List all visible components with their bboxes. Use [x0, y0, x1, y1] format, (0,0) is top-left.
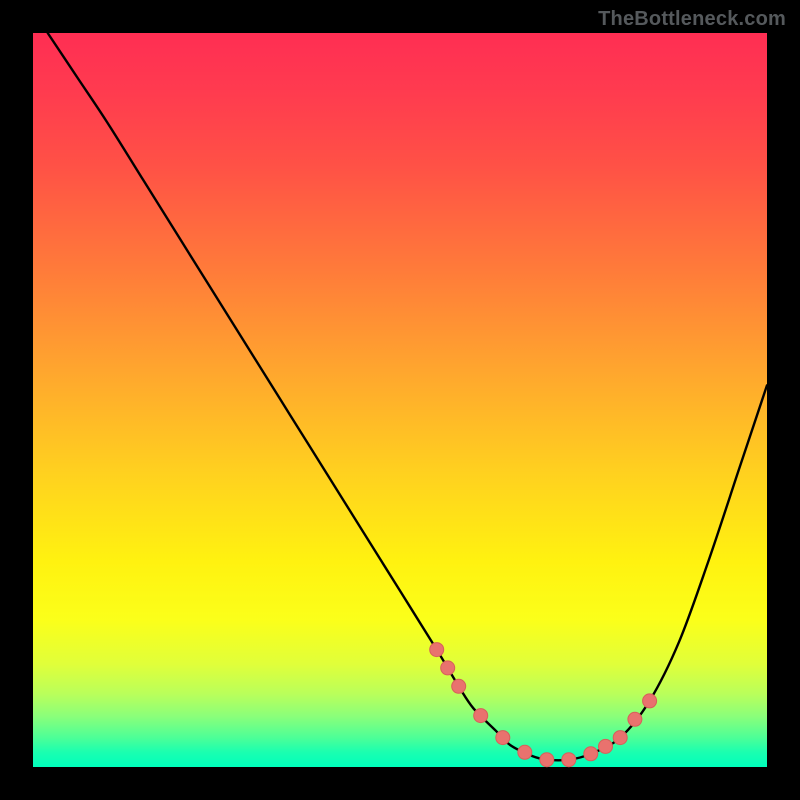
highlight-dot	[474, 709, 488, 723]
highlight-dot	[452, 679, 466, 693]
highlight-markers	[430, 643, 657, 767]
highlight-dot	[441, 661, 455, 675]
highlight-dot	[430, 643, 444, 657]
plot-area	[33, 33, 767, 767]
highlight-dot	[628, 712, 642, 726]
highlight-dot	[643, 694, 657, 708]
watermark-text: TheBottleneck.com	[598, 8, 786, 31]
bottleneck-curve	[48, 33, 767, 760]
highlight-dot	[584, 747, 598, 761]
highlight-dot	[518, 745, 532, 759]
highlight-dot	[562, 753, 576, 767]
highlight-dot	[496, 731, 510, 745]
highlight-dot	[613, 731, 627, 745]
curve-svg	[33, 33, 767, 767]
highlight-dot	[599, 739, 613, 753]
highlight-dot	[540, 753, 554, 767]
chart-frame: TheBottleneck.com	[0, 0, 800, 800]
